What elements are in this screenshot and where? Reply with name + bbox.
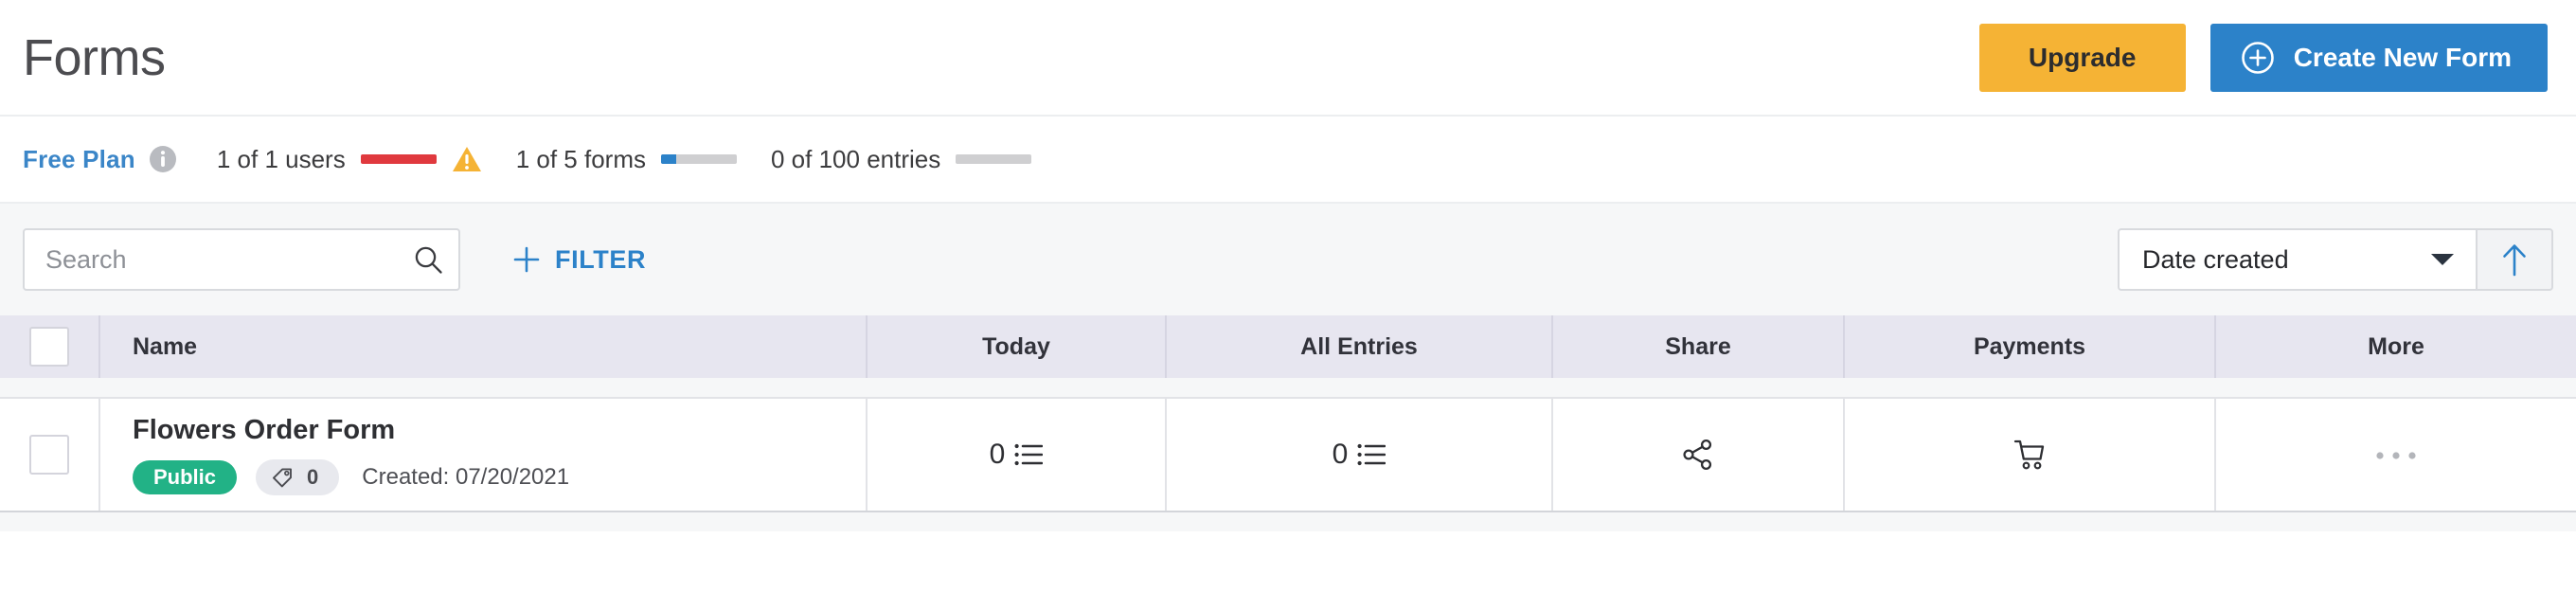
- sort-by-value: Date created: [2142, 244, 2289, 274]
- upgrade-button-label: Upgrade: [2028, 42, 2137, 72]
- usage-entries-label: 0 of 100 entries: [771, 144, 941, 173]
- forms-page: Forms Upgrade Create New Form Free Plan: [0, 0, 2576, 610]
- usage-users-label: 1 of 1 users: [216, 144, 346, 173]
- create-new-form-label: Create New Form: [2293, 42, 2512, 72]
- column-header-all-entries[interactable]: All Entries: [1165, 315, 1551, 378]
- usage-forms: 1 of 5 forms: [516, 145, 737, 174]
- sort-direction-button[interactable]: [2476, 228, 2553, 291]
- plan-name[interactable]: Free Plan: [23, 145, 135, 174]
- row-all-entries-cell[interactable]: 0: [1165, 399, 1551, 511]
- select-all-cell: [0, 315, 98, 378]
- today-count: 0: [989, 439, 1006, 470]
- usage-users: 1 of 1 users: [217, 145, 482, 174]
- row-today-cell[interactable]: 0: [866, 399, 1165, 511]
- created-date: Created: 07/20/2021: [362, 463, 570, 490]
- usage-entries: 0 of 100 entries: [771, 144, 1032, 174]
- chevron-down-icon: [2430, 252, 2455, 267]
- filter-button[interactable]: FILTER: [511, 244, 646, 275]
- forms-table: Name Today All Entries Share Payments Mo…: [0, 315, 2576, 531]
- plan-usage-bar: Free Plan 1 of 1 users 1 of 5 forms 0 of…: [0, 117, 2576, 204]
- plus-circle-icon: [2241, 41, 2275, 75]
- ellipsis-icon[interactable]: [2375, 449, 2417, 460]
- shopping-cart-icon[interactable]: [2012, 437, 2048, 473]
- tag-count-badge[interactable]: 0: [256, 458, 340, 495]
- row-payments-cell[interactable]: [1843, 399, 2214, 511]
- sort-by-select[interactable]: Date created: [2118, 228, 2476, 291]
- column-header-payments[interactable]: Payments: [1843, 315, 2214, 378]
- column-header-share[interactable]: Share: [1551, 315, 1843, 378]
- search-icon[interactable]: [413, 244, 443, 275]
- table-header-row: Name Today All Entries Share Payments Mo…: [0, 315, 2576, 378]
- row-select-cell: [0, 399, 98, 511]
- form-name[interactable]: Flowers Order Form: [133, 415, 395, 446]
- forms-toolbar: FILTER Date created: [0, 204, 2576, 315]
- table-header-gap: [0, 378, 2576, 397]
- select-all-checkbox[interactable]: [29, 327, 69, 367]
- search-field-wrapper: [23, 228, 460, 291]
- tag-count-value: 0: [307, 464, 319, 489]
- row-more-cell[interactable]: [2214, 399, 2576, 511]
- share-nodes-icon[interactable]: [1680, 437, 1716, 473]
- tag-icon: [271, 466, 294, 489]
- usage-users-meter: [360, 154, 437, 164]
- table-row[interactable]: Flowers Order Form Public 0 Created: 07/…: [0, 397, 2576, 512]
- status-badge: Public: [133, 459, 238, 494]
- form-meta: Public 0 Created: 07/20/2021: [133, 458, 570, 495]
- page-title: Forms: [23, 28, 166, 86]
- usage-forms-label: 1 of 5 forms: [515, 144, 646, 173]
- column-header-name[interactable]: Name: [98, 315, 866, 378]
- column-header-more[interactable]: More: [2214, 315, 2576, 378]
- page-header: Forms Upgrade Create New Form: [0, 0, 2576, 117]
- arrow-up-icon: [2501, 242, 2528, 277]
- info-circle-icon[interactable]: [149, 145, 177, 173]
- upgrade-button[interactable]: Upgrade: [1978, 23, 2186, 92]
- search-input[interactable]: [23, 228, 460, 291]
- sort-controls: Date created: [2118, 228, 2553, 291]
- all-entries-count: 0: [1332, 439, 1349, 470]
- column-header-today[interactable]: Today: [866, 315, 1165, 378]
- filter-button-label: FILTER: [555, 244, 647, 274]
- table-bottom-fill: [0, 512, 2576, 531]
- plus-icon: [511, 244, 542, 275]
- create-new-form-button[interactable]: Create New Form: [2209, 23, 2548, 92]
- usage-forms-meter: [661, 154, 737, 164]
- list-icon: [1357, 442, 1386, 467]
- list-icon: [1014, 442, 1044, 467]
- row-share-cell[interactable]: [1551, 399, 1843, 511]
- warning-triangle-icon: [452, 145, 482, 173]
- row-checkbox[interactable]: [29, 435, 69, 475]
- row-name-cell: Flowers Order Form Public 0 Created: 07/…: [98, 399, 866, 511]
- usage-entries-meter: [956, 154, 1032, 164]
